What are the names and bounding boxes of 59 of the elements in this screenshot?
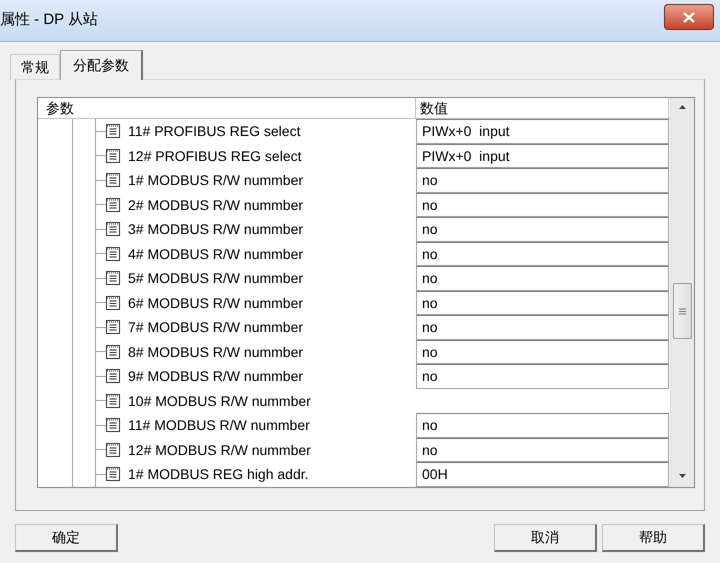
value-field[interactable]: no	[416, 364, 669, 388]
parameter-name[interactable]: 6# MODBUS R/W nummber	[128, 294, 304, 312]
value-field[interactable]: no	[416, 192, 669, 217]
tab[interactable]: 常规	[10, 54, 60, 80]
scroll-up-icon[interactable]	[679, 105, 686, 109]
grip-icon	[679, 308, 686, 314]
document-icon	[106, 198, 120, 212]
column-header[interactable]: 数值	[416, 98, 669, 118]
scroll-thumb[interactable]	[673, 283, 692, 339]
dialog-button[interactable]: 确定	[15, 524, 118, 552]
value-field[interactable]: no	[416, 438, 669, 462]
value-field[interactable]: no	[416, 413, 669, 438]
document-icon	[106, 344, 120, 359]
value-field[interactable]: no	[416, 340, 669, 364]
value-field[interactable]: PIWx+0 input	[416, 144, 669, 168]
value-field[interactable]: 00H	[416, 462, 669, 486]
value-field[interactable]: no	[416, 242, 669, 266]
parameter-name[interactable]: 1# MODBUS REG high addr.	[128, 465, 309, 484]
scroll-down-icon[interactable]	[679, 474, 686, 478]
document-icon	[106, 222, 120, 236]
dialog-button[interactable]: 取消	[494, 524, 597, 552]
scrollbar[interactable]	[670, 98, 694, 487]
document-icon	[106, 148, 120, 163]
column-header[interactable]: 参数	[38, 98, 416, 118]
parameter-name[interactable]: 2# MODBUS R/W nummber	[128, 196, 304, 214]
parameter-name[interactable]: 1# MODBUS R/W nummber	[128, 171, 304, 190]
parameter-name[interactable]: 5# MODBUS R/W nummber	[128, 269, 304, 288]
parameter-name[interactable]: 12# PROFIBUS REG select	[128, 146, 302, 165]
value-field[interactable]: no	[416, 290, 669, 315]
value-field[interactable]: PIWx+0 input	[416, 119, 669, 144]
document-icon	[106, 369, 120, 384]
parameter-name[interactable]: 7# MODBUS R/W nummber	[128, 318, 304, 336]
parameter-name[interactable]: 12# MODBUS R/W nummber	[128, 440, 311, 459]
parameter-name[interactable]: 11# MODBUS R/W nummber	[128, 416, 310, 434]
value-field[interactable]: no	[416, 266, 669, 290]
document-icon	[106, 173, 120, 188]
document-icon	[106, 296, 120, 310]
value-field[interactable]: no	[416, 217, 669, 242]
value-field[interactable]: no	[416, 168, 669, 192]
document-icon	[106, 271, 120, 286]
parameter-name[interactable]: 10# MODBUS R/W nummber	[128, 392, 311, 410]
document-icon	[106, 246, 120, 261]
document-icon	[106, 320, 120, 334]
document-icon	[106, 418, 120, 432]
parameter-name[interactable]: 3# MODBUS R/W nummber	[128, 220, 304, 238]
window-title: 属性 - DP 从站	[0, 10, 98, 30]
close-button[interactable]	[664, 4, 714, 30]
parameter-name[interactable]: 11# PROFIBUS REG select	[128, 122, 300, 140]
document-icon	[106, 394, 120, 408]
document-icon	[106, 124, 120, 138]
parameter-name[interactable]: 4# MODBUS R/W nummber	[128, 244, 304, 263]
parameter-name[interactable]: 8# MODBUS R/W nummber	[128, 342, 304, 361]
tab[interactable]: 分配参数	[60, 50, 143, 80]
dialog-button[interactable]: 帮助	[602, 524, 705, 552]
value-field[interactable]: no	[416, 315, 669, 340]
document-icon	[106, 442, 120, 457]
document-icon	[106, 467, 120, 482]
parameter-name[interactable]: 9# MODBUS R/W nummber	[128, 367, 304, 386]
close-icon	[683, 12, 695, 22]
